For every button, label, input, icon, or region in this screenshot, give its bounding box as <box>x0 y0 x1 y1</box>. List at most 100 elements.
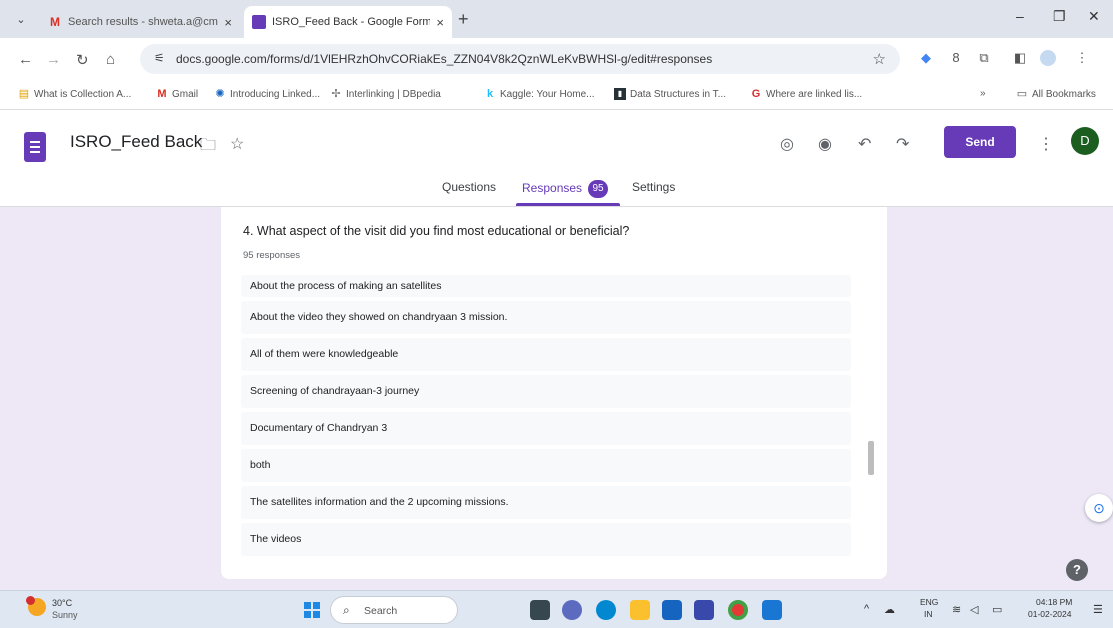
close-tab-icon[interactable]: × <box>436 15 444 30</box>
bookmark-item[interactable]: ▤ What is Collection A... <box>18 88 131 100</box>
chrome-icon[interactable] <box>728 600 748 620</box>
file-explorer-icon[interactable] <box>630 600 650 620</box>
linked-data-icon: ✺ <box>215 88 225 100</box>
bookmark-item[interactable]: ▮ Data Structures in T... <box>614 88 726 100</box>
battery-icon[interactable]: ▭ <box>992 603 1002 616</box>
clock-time[interactable]: 04:18 PM <box>1036 597 1072 607</box>
windows-taskbar: 30°C Sunny ⌕ Search ^ ☁ ENG IN ≋ ◁ ▭ 04:… <box>0 590 1113 628</box>
gmail-icon: M <box>157 88 167 100</box>
book-icon: ▮ <box>614 88 626 100</box>
bookmark-item[interactable]: M Gmail <box>156 88 198 100</box>
undo-icon[interactable]: ↶ <box>858 134 871 154</box>
move-to-folder-icon[interactable]: 🗀 <box>200 134 216 161</box>
response-count: 95 responses <box>243 250 301 261</box>
responses-count-badge: 95 <box>588 180 609 198</box>
list-item: Documentary of Chandryan 3 <box>241 412 851 445</box>
preview-eye-icon[interactable]: ◉ <box>818 134 832 154</box>
weather-condition: Sunny <box>52 610 78 620</box>
question-response-card: 4. What aspect of the visit did you find… <box>221 207 887 579</box>
browser-menu-icon[interactable]: ⋮ <box>1074 50 1090 66</box>
tab-title: ISRO_Feed Back - Google Form <box>272 16 431 28</box>
list-item: All of them were knowledgeable <box>241 338 851 371</box>
all-bookmarks-button[interactable]: ▭ All Bookmarks <box>1016 88 1096 100</box>
redo-icon[interactable]: ↷ <box>896 134 909 154</box>
address-bar[interactable]: ⚟ docs.google.com/forms/d/1VlEHRzhOhvCOR… <box>140 44 900 74</box>
windows-start-icon[interactable] <box>304 602 320 618</box>
bookmark-star-icon[interactable]: ☆ <box>873 50 886 68</box>
home-icon[interactable]: ⌂ <box>106 51 115 68</box>
task-view-icon[interactable] <box>530 600 550 620</box>
volume-icon[interactable]: ◁ <box>970 603 978 616</box>
profile-extension-icon[interactable]: 8 <box>948 50 964 66</box>
new-tab-icon[interactable]: + <box>458 9 469 30</box>
customize-theme-icon[interactable]: ◎ <box>780 134 794 154</box>
language-indicator-top[interactable]: ENG <box>920 597 938 607</box>
tab-settings[interactable]: Settings <box>632 180 675 194</box>
notifications-icon[interactable]: ☰ <box>1093 603 1103 616</box>
side-panel-icon[interactable]: ◧ <box>1012 50 1028 66</box>
browser-tab-forms[interactable]: ISRO_Feed Back - Google Form × <box>244 6 452 38</box>
search-placeholder: Search <box>364 605 398 617</box>
bookmark-item[interactable]: ✺ Introducing Linked... <box>214 88 320 100</box>
word-app-icon[interactable] <box>762 600 782 620</box>
bookmark-label: Introducing Linked... <box>230 88 321 100</box>
more-options-icon[interactable]: ⋮ <box>1038 134 1054 154</box>
response-list[interactable]: About the process of making an satellite… <box>241 275 851 560</box>
folder-icon: ▭ <box>1016 88 1028 100</box>
extension-icon[interactable]: ◆ <box>918 50 934 66</box>
edge-browser-icon[interactable] <box>596 600 616 620</box>
bookmarks-bar: ▤ What is Collection A... M Gmail ✺ Intr… <box>0 80 1113 110</box>
question-title: 4. What aspect of the visit did you find… <box>243 224 630 238</box>
list-scrollbar[interactable] <box>868 441 874 475</box>
store-icon[interactable] <box>694 600 714 620</box>
bookmark-item[interactable]: ✢ Interlinking | DBpedia <box>330 88 440 100</box>
profile-avatar-icon[interactable] <box>1040 50 1056 66</box>
wifi-icon[interactable]: ≋ <box>952 603 961 616</box>
chat-icon[interactable] <box>562 600 582 620</box>
tab-responses[interactable]: Responses 95 <box>522 180 609 198</box>
bookmark-item[interactable]: k Kaggle: Your Home... <box>484 88 595 100</box>
site-info-icon[interactable]: ⚟ <box>154 51 165 65</box>
list-item: About the video they showed on chandryaa… <box>241 301 851 334</box>
show-hidden-icons-icon[interactable]: ^ <box>864 603 869 615</box>
send-button[interactable]: Send <box>944 126 1016 158</box>
close-tab-icon[interactable]: × <box>224 15 232 30</box>
gmail-icon: M <box>50 15 60 29</box>
bookmark-item[interactable]: G Where are linked lis... <box>750 88 862 100</box>
tab-search-chevron-icon[interactable]: ⌄ <box>12 11 30 29</box>
mail-icon[interactable] <box>662 600 682 620</box>
browser-tab-gmail[interactable]: M Search results - shweta.a@cm × <box>40 6 240 38</box>
tab-questions[interactable]: Questions <box>442 180 496 194</box>
assistant-icon[interactable]: ⊙ <box>1085 494 1113 522</box>
form-title[interactable]: ISRO_Feed Back <box>70 132 202 152</box>
google-forms-logo-icon[interactable] <box>24 132 46 162</box>
tab-title: Search results - shweta.a@cm <box>68 16 218 28</box>
more-bookmarks-button[interactable]: » <box>980 88 986 99</box>
clock-date: 01-02-2024 <box>1028 609 1072 619</box>
list-item: Screening of chandrayaan-3 journey <box>241 375 851 408</box>
extensions-puzzle-icon[interactable]: ⧉ <box>976 50 992 66</box>
account-avatar[interactable]: D <box>1071 127 1099 155</box>
restore-icon[interactable]: ❐ <box>1053 8 1066 25</box>
weather-sun-icon[interactable] <box>26 596 46 616</box>
kaggle-icon: k <box>486 88 494 100</box>
geeks-icon: G <box>751 88 761 100</box>
close-window-icon[interactable]: ✕ <box>1088 8 1100 25</box>
onedrive-icon[interactable]: ☁ <box>884 603 895 616</box>
back-icon[interactable]: ← <box>18 51 33 68</box>
list-item: The videos <box>241 523 851 556</box>
forward-icon[interactable]: → <box>46 51 61 68</box>
language-indicator-bottom: IN <box>924 609 933 619</box>
list-item: both <box>241 449 851 482</box>
minimize-icon[interactable]: – <box>1016 8 1024 24</box>
taskbar-search-input[interactable]: ⌕ Search <box>330 596 458 624</box>
all-bookmarks-label: All Bookmarks <box>1032 88 1096 100</box>
list-item: About the process of making an satellite… <box>241 275 851 297</box>
reload-icon[interactable]: ↻ <box>76 51 89 69</box>
browser-toolbar: ← → ↻ ⌂ ⚟ docs.google.com/forms/d/1VlEHR… <box>0 38 1113 80</box>
help-icon[interactable]: ? <box>1066 559 1088 581</box>
list-item: The satellites information and the 2 upc… <box>241 486 851 519</box>
tab-responses-label: Responses <box>522 181 583 196</box>
star-icon[interactable]: ☆ <box>230 134 244 154</box>
more-bookmarks-label: » <box>980 88 986 99</box>
